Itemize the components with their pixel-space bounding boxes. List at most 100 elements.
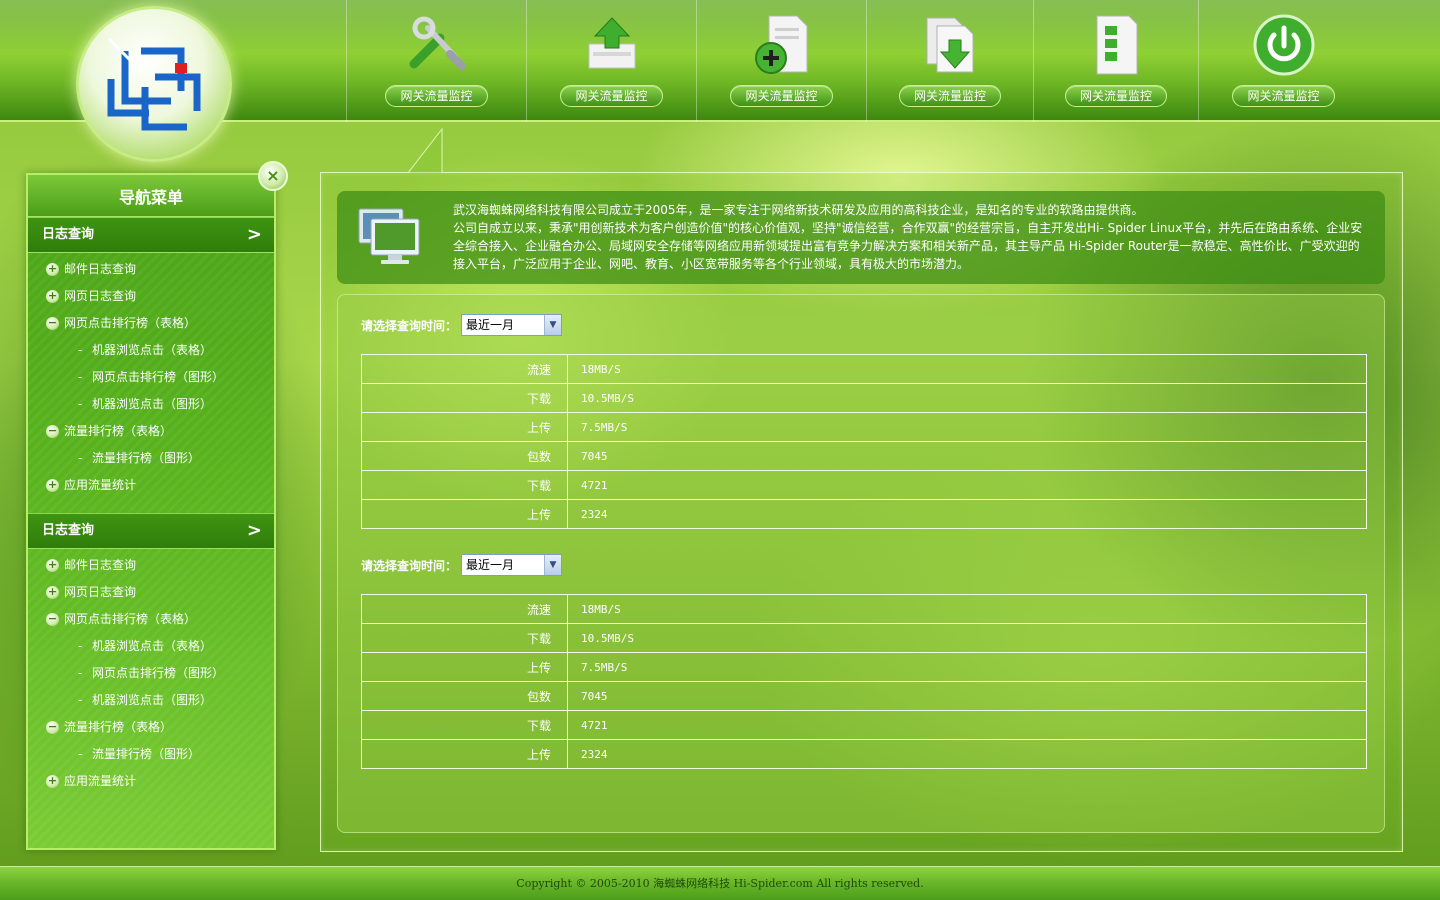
- row-value: 7.5MB/S: [567, 412, 1367, 442]
- sidebar-item-web-click-table[interactable]: − 网页点击排行榜（表格）: [28, 310, 274, 337]
- row-key: 上传: [361, 412, 568, 442]
- nav-item-5[interactable]: 网关流量监控: [1033, 0, 1198, 122]
- add-document-icon: [754, 15, 807, 74]
- sidebar-item-web-log[interactable]: + 网页日志查询: [28, 283, 274, 310]
- sidebar-subitem-web-click-chart[interactable]: - 网页点击排行榜（图形）: [28, 364, 274, 391]
- sidebar-menu: + 邮件日志查询 + 网页日志查询 − 网页点击排行榜（表格） - 机器浏览点击（表格）…: [28, 549, 274, 795]
- query-time-selector: 请选择查询时间： 最近一月 ▼: [361, 314, 563, 336]
- sidebar-item-app-traffic[interactable]: + 应用流量统计: [28, 768, 274, 795]
- row-value: 2324: [567, 499, 1367, 529]
- sidebar-subitem-traffic-chart[interactable]: - 流量排行榜（图形）: [28, 445, 274, 472]
- top-header: 网关流量监控 网关流量监控 网关流量监控 网关流量监控 网关流量监控 网关流量监…: [0, 0, 1440, 162]
- row-key: 包数: [361, 681, 568, 711]
- dropdown-arrow-icon[interactable]: ▼: [544, 555, 562, 575]
- sidebar: 导航菜单 日志查询 > + 邮件日志查询 + 网页日志查询 − 网页点击排行榜（表格）…: [26, 173, 276, 850]
- sidebar-item-traffic-table[interactable]: − 流量排行榜（表格）: [28, 418, 274, 445]
- top-navigation: 网关流量监控 网关流量监控 网关流量监控 网关流量监控 网关流量监控 网关流量监…: [346, 0, 1440, 122]
- row-key: 流速: [361, 354, 568, 384]
- dash-icon: -: [78, 693, 83, 707]
- row-value: 10.5MB/S: [567, 383, 1367, 413]
- row-key: 包数: [361, 441, 568, 471]
- sidebar-section-header[interactable]: 日志查询 >: [28, 217, 274, 253]
- nav-label: 网关流量监控: [730, 85, 833, 107]
- table-row: 流速 18MB/S: [361, 594, 1367, 624]
- dash-icon: -: [78, 639, 83, 653]
- sidebar-subitem-machine-click-table[interactable]: - 机器浏览点击（表格）: [28, 633, 274, 660]
- sidebar-item-web-log[interactable]: + 网页日志查询: [28, 579, 274, 606]
- query-time-label: 请选择查询时间：: [361, 558, 458, 573]
- panel-pointer: [408, 128, 443, 174]
- dash-icon: -: [78, 747, 83, 761]
- table-row: 包数 7045: [361, 441, 1367, 471]
- nav-item-2[interactable]: 网关流量监控: [526, 0, 696, 122]
- select-value: 最近一月: [466, 558, 515, 572]
- query-time-label: 请选择查询时间：: [361, 318, 458, 333]
- dash-icon: -: [78, 343, 83, 357]
- table-row: 下载 4721: [361, 470, 1367, 500]
- dropdown-arrow-icon[interactable]: ▼: [544, 315, 562, 335]
- row-key: 上传: [361, 739, 568, 769]
- row-key: 流速: [361, 594, 568, 624]
- nav-item-6[interactable]: 网关流量监控: [1198, 0, 1440, 122]
- nav-label: 网关流量监控: [1064, 85, 1167, 107]
- sidebar-subitem-machine-click-chart[interactable]: - 机器浏览点击（图形）: [28, 687, 274, 714]
- dash-icon: -: [78, 666, 83, 680]
- nav-label: 网关流量监控: [560, 85, 663, 107]
- collapse-icon: −: [46, 612, 59, 626]
- row-value: 10.5MB/S: [567, 623, 1367, 653]
- table-row: 上传 2324: [361, 499, 1367, 529]
- power-icon: [1253, 14, 1314, 76]
- expand-icon: +: [46, 478, 59, 492]
- nav-label: 网关流量监控: [385, 85, 488, 107]
- expand-icon: +: [46, 774, 59, 788]
- nav-item-3[interactable]: 网关流量监控: [696, 0, 866, 122]
- logo-icon: [107, 37, 201, 131]
- row-value: 18MB/S: [567, 354, 1367, 384]
- table-row: 下载 10.5MB/S: [361, 383, 1367, 413]
- select-value: 最近一月: [466, 318, 515, 332]
- collapse-icon: −: [46, 316, 59, 330]
- table-row: 上传 2324: [361, 739, 1367, 769]
- expand-icon: +: [46, 262, 59, 276]
- query-content: 请选择查询时间： 最近一月 ▼ 流速 18MB/S 下载 10.5MB/S 上传 7.…: [337, 294, 1385, 833]
- sidebar-subitem-machine-click-chart[interactable]: - 机器浏览点击（图形）: [28, 391, 274, 418]
- time-range-select[interactable]: 最近一月 ▼: [461, 314, 563, 336]
- chevron-right-icon: >: [246, 520, 262, 541]
- list-document-icon: [1096, 15, 1138, 75]
- monitor-icon: [358, 208, 420, 264]
- row-key: 上传: [361, 652, 568, 682]
- table-row: 下载 4721: [361, 710, 1367, 740]
- company-description: 武汉海蜘蛛网络科技有限公司成立于2005年，是一家专注于网络新技术研发及应用的高…: [453, 201, 1371, 273]
- time-range-select[interactable]: 最近一月 ▼: [461, 554, 563, 576]
- row-value: 7045: [567, 681, 1367, 711]
- sidebar-item-mail-log[interactable]: + 邮件日志查询: [28, 256, 274, 283]
- row-key: 下载: [361, 710, 568, 740]
- tools-icon: [409, 16, 466, 70]
- dash-icon: -: [78, 397, 83, 411]
- expand-icon: +: [46, 289, 59, 303]
- sidebar-subitem-web-click-chart[interactable]: - 网页点击排行榜（图形）: [28, 660, 274, 687]
- nav-item-4[interactable]: 网关流量监控: [866, 0, 1033, 122]
- sidebar-item-app-traffic[interactable]: + 应用流量统计: [28, 472, 274, 499]
- section-title: 日志查询: [42, 523, 95, 538]
- row-key: 下载: [361, 470, 568, 500]
- sidebar-subitem-traffic-chart[interactable]: - 流量排行榜（图形）: [28, 741, 274, 768]
- footer: Copyright © 2005-2010 海蜘蛛网络科技 Hi-Spider.…: [0, 866, 1440, 900]
- nav-item-1[interactable]: 网关流量监控: [346, 0, 526, 122]
- collapse-icon: −: [46, 424, 59, 438]
- traffic-table: 流速 18MB/S 下载 10.5MB/S 上传 7.5MB/S 包数 7045 下载 4…: [361, 594, 1367, 769]
- row-value: 18MB/S: [567, 594, 1367, 624]
- sidebar-close-button[interactable]: ×: [258, 161, 288, 191]
- row-value: 4721: [567, 470, 1367, 500]
- nav-label: 网关流量监控: [1232, 85, 1335, 107]
- table-row: 下载 10.5MB/S: [361, 623, 1367, 653]
- description-paragraph: 武汉海蜘蛛网络科技有限公司成立于2005年，是一家专注于网络新技术研发及应用的高…: [453, 203, 1144, 217]
- sidebar-item-mail-log[interactable]: + 邮件日志查询: [28, 552, 274, 579]
- company-logo[interactable]: [76, 6, 232, 162]
- sidebar-item-web-click-table[interactable]: − 网页点击排行榜（表格）: [28, 606, 274, 633]
- sidebar-section-header[interactable]: 日志查询 >: [28, 513, 274, 549]
- dash-icon: -: [78, 451, 83, 465]
- sidebar-subitem-machine-click-table[interactable]: - 机器浏览点击（表格）: [28, 337, 274, 364]
- sidebar-item-traffic-table[interactable]: − 流量排行榜（表格）: [28, 714, 274, 741]
- copyright-text: Copyright © 2005-2010 海蜘蛛网络科技 Hi-Spider.…: [516, 877, 924, 890]
